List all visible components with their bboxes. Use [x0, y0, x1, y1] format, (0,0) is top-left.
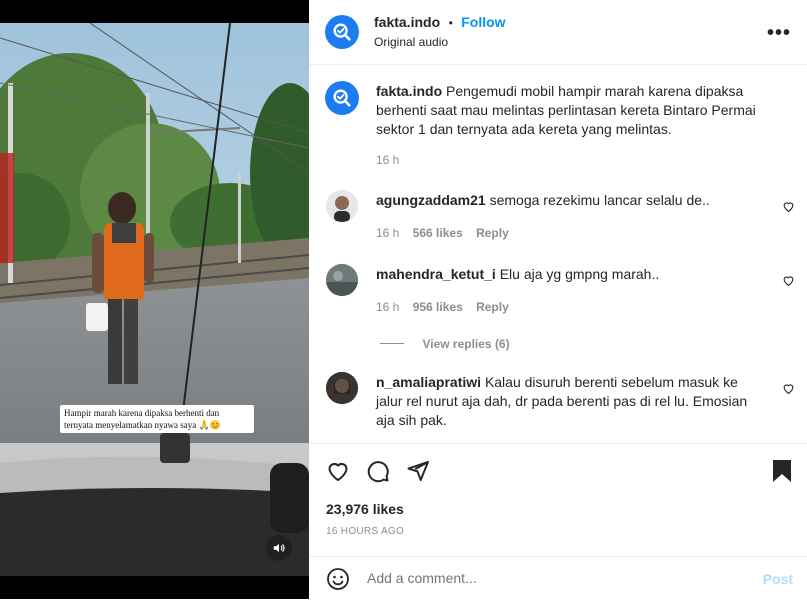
comment-body: mahendra_ketut_i Elu aja yg gmpng marah.… — [376, 265, 756, 284]
avatar-image — [326, 372, 358, 404]
follow-button[interactable]: Follow — [461, 14, 505, 30]
header-separator: • — [448, 16, 453, 30]
view-replies-label: View replies (6) — [422, 337, 510, 351]
avatar-image — [326, 190, 358, 222]
post-comment-button[interactable]: Post — [763, 571, 793, 587]
view-replies-button[interactable]: View replies (6) — [380, 335, 510, 353]
like-comment-icon[interactable] — [782, 274, 795, 287]
post-timestamp: 16 HOURS AGO — [326, 526, 405, 537]
audio-link[interactable]: Original audio — [374, 35, 448, 49]
comment-username[interactable]: agungzaddam21 — [376, 192, 486, 208]
comment-input[interactable] — [365, 569, 749, 587]
avatar-image — [326, 264, 358, 296]
speaker-icon — [273, 543, 285, 553]
comment-text: Elu aja yg gmpng marah.. — [499, 266, 660, 282]
mute-toggle-button[interactable] — [266, 535, 292, 561]
comment-body: agungzaddam21 semoga rezekimu lancar sel… — [376, 191, 756, 210]
video-caption-overlay: Hampir marah karena dipaksa berhenti dan… — [60, 405, 254, 433]
video-player[interactable]: Hampir marah karena dipaksa berhenti dan… — [0, 0, 309, 599]
save-bookmark-icon[interactable] — [771, 459, 793, 483]
caption-time: 16 h — [376, 153, 400, 167]
like-comment-icon[interactable] — [782, 382, 795, 395]
comment-meta: 16 h 956 likes Reply — [376, 300, 509, 314]
comment-meta: 16 h 566 likes Reply — [376, 226, 509, 240]
comment-icon[interactable] — [366, 459, 390, 483]
replies-divider — [380, 343, 404, 345]
post-caption: fakta.indo Pengemudi mobil hampir marah … — [376, 82, 756, 139]
magnifier-check-logo-icon — [333, 23, 351, 41]
caption-username[interactable]: fakta.indo — [376, 83, 442, 99]
comment-time: 16 h — [376, 226, 400, 240]
comment-avatar[interactable] — [326, 264, 358, 296]
emoji-icon[interactable] — [326, 567, 350, 591]
post-panel: fakta.indo • Follow Original audio ••• f… — [309, 0, 807, 599]
comment-avatar[interactable] — [326, 190, 358, 222]
reply-button[interactable]: Reply — [476, 300, 509, 314]
add-comment-bar: Post — [309, 556, 807, 600]
reply-button[interactable]: Reply — [476, 226, 509, 240]
comment-username[interactable]: n_amaliapratiwi — [376, 374, 481, 390]
more-options-button[interactable]: ••• — [767, 22, 791, 45]
comment-text: semoga rezekimu lancar selalu de.. — [489, 192, 710, 208]
action-bar: 23,976 likes 16 HOURS AGO — [309, 443, 807, 557]
like-icon[interactable] — [326, 459, 350, 483]
caption-avatar[interactable] — [325, 81, 359, 115]
post-header: fakta.indo • Follow Original audio ••• — [309, 0, 807, 65]
likes-count[interactable]: 23,976 likes — [326, 501, 404, 517]
comment-body: n_amaliapratiwi Kalau disuruh berenti se… — [376, 373, 768, 430]
like-comment-icon[interactable] — [782, 200, 795, 213]
comment-likes[interactable]: 956 likes — [413, 300, 463, 314]
magnifier-check-logo-icon — [333, 89, 351, 107]
comment-username[interactable]: mahendra_ketut_i — [376, 266, 496, 282]
share-icon[interactable] — [406, 459, 430, 483]
header-username[interactable]: fakta.indo — [374, 14, 440, 30]
comment-likes[interactable]: 566 likes — [413, 226, 463, 240]
video-frame — [0, 23, 309, 576]
comment-time: 16 h — [376, 300, 400, 314]
comment-avatar[interactable] — [326, 372, 358, 404]
profile-avatar[interactable] — [325, 15, 359, 49]
comments-section: fakta.indo Pengemudi mobil hampir marah … — [309, 65, 807, 443]
